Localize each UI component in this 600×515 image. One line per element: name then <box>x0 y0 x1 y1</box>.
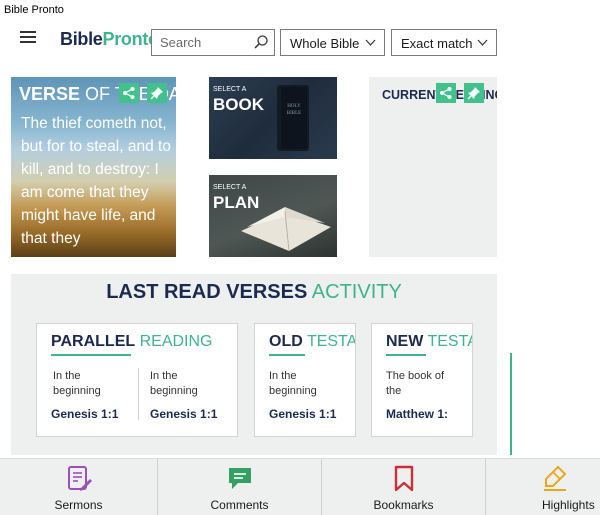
entry-reference: Genesis 1:1 <box>150 407 218 421</box>
nav-sermons[interactable]: Sermons <box>0 459 158 515</box>
card-title: PARALLEL READING <box>51 333 213 350</box>
search-input[interactable] <box>152 30 252 55</box>
nav-label: Comments <box>210 498 269 512</box>
nav-bookmarks[interactable]: Bookmarks <box>322 459 486 515</box>
book-tile-small-label: SELECT A <box>213 86 247 93</box>
verse-text: The thief cometh not, but for to steal, … <box>21 115 171 247</box>
entry-text: In the beginning <box>53 370 101 397</box>
svg-text:BIBLE: BIBLE <box>287 111 301 116</box>
hamburger-menu-icon[interactable] <box>20 31 36 43</box>
select-book-tile[interactable]: HOLY BIBLE SELECT A BOOK <box>209 77 337 159</box>
bottom-navigation: Sermons Comments Bookmarks Highlights <box>0 458 600 515</box>
entry-reference: Genesis 1:1 <box>269 407 337 421</box>
bookmark-icon <box>394 465 413 492</box>
search-icon[interactable] <box>252 33 270 51</box>
card-title: OLD TESTAMENT <box>269 333 355 350</box>
share-icon <box>440 87 452 99</box>
version-dropdown-value: Whole Bible <box>290 36 360 51</box>
comments-icon <box>228 468 251 489</box>
nav-highlights[interactable]: Highlights <box>486 459 600 515</box>
current-reading-pin-button[interactable] <box>464 83 484 103</box>
plan-tile-label: PLAN <box>213 193 260 212</box>
nav-label: Sermons <box>54 498 103 512</box>
verse-share-button[interactable] <box>119 83 139 103</box>
card-title-underline <box>51 354 131 356</box>
entry-reference: Genesis 1:1 <box>51 407 119 421</box>
entry-text: In the beginning <box>150 370 198 397</box>
horizontal-scroll-indicator[interactable] <box>510 353 512 455</box>
chevron-down-icon <box>477 39 488 46</box>
current-reading-tile[interactable]: CURRENT READING A <box>369 77 497 257</box>
new-testament-card[interactable]: NEW TESTAMENT The book of the Matthew 1: <box>371 323 473 437</box>
entry-divider <box>138 368 139 420</box>
card-title: NEW TESTAMENT <box>386 333 472 350</box>
card-title-underline <box>386 354 426 356</box>
search-box <box>151 29 275 56</box>
highlighter-icon <box>544 465 567 491</box>
entry-text: The book of the <box>386 370 445 397</box>
parallel-reading-card[interactable]: PARALLEL READING In the beginning Genesi… <box>36 323 238 437</box>
match-dropdown[interactable]: Exact match <box>391 29 497 56</box>
nav-comments[interactable]: Comments <box>158 459 322 515</box>
chevron-down-icon <box>365 39 376 46</box>
book-tile-label: BOOK <box>213 95 264 114</box>
plan-tile-small-label: SELECT A <box>213 184 247 191</box>
card-title-underline <box>269 354 305 356</box>
share-icon <box>123 87 135 99</box>
nav-label: Highlights <box>542 498 595 512</box>
bible-book-image: HOLY BIBLE <box>277 85 309 151</box>
match-dropdown-value: Exact match <box>401 36 473 51</box>
activity-title: LAST READ VERSES ACTIVITY <box>106 281 402 303</box>
select-plan-tile[interactable]: SELECT A PLAN <box>209 175 337 257</box>
pin-icon <box>150 87 163 100</box>
svg-text:HOLY: HOLY <box>287 104 301 109</box>
current-reading-share-button[interactable] <box>436 83 456 103</box>
verse-of-the-day-tile[interactable]: VERSE OF THE DAY The thief cometh not, b… <box>11 77 176 257</box>
app-logo: BiblePronto <box>60 29 159 50</box>
nav-label: Bookmarks <box>373 498 434 512</box>
logo-text-bible: Bible <box>60 29 103 49</box>
version-dropdown[interactable]: Whole Bible <box>280 29 385 56</box>
sermons-icon <box>67 466 92 491</box>
entry-reference: Matthew 1: <box>386 407 449 421</box>
pin-icon <box>467 87 480 100</box>
entry-text: In the beginning <box>269 370 317 397</box>
old-testament-card[interactable]: OLD TESTAMENT In the beginning Genesis 1… <box>254 323 356 437</box>
app-window: Bible Pronto BiblePronto Whole Bible Exa… <box>0 0 600 515</box>
last-read-activity-panel: LAST READ VERSES ACTIVITY PARALLEL READI… <box>11 274 497 455</box>
window-title: Bible Pronto <box>4 4 64 16</box>
verse-pin-button[interactable] <box>147 83 167 103</box>
